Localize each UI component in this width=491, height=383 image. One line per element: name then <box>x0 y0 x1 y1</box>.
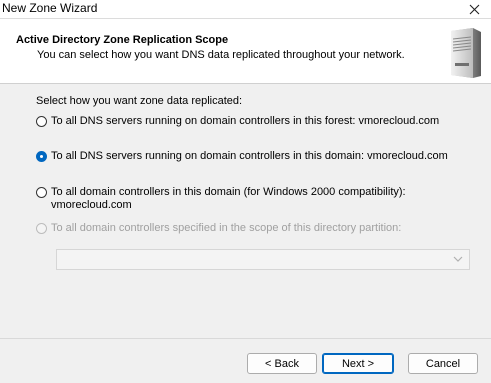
forest-radio[interactable] <box>36 116 47 127</box>
next-button[interactable]: Next > <box>322 353 394 374</box>
window-title: New Zone Wizard <box>2 1 98 15</box>
forest-option-label: To all DNS servers running on domain con… <box>51 115 440 127</box>
domain-controllers-option-line2: vmorecloud.com <box>51 199 132 211</box>
partition-option-label: To all domain controllers specified in t… <box>51 222 402 234</box>
wizard-window: New Zone Wizard Active Directory Zone Re… <box>0 0 491 383</box>
partition-select <box>56 249 470 270</box>
domain-controllers-radio[interactable] <box>36 187 47 198</box>
domain-controllers-option-label: To all domain controllers in this domain… <box>51 186 406 212</box>
option-forest[interactable]: To all DNS servers running on domain con… <box>36 115 439 128</box>
page-title: Active Directory Zone Replication Scope <box>16 34 229 46</box>
back-button-label: < Back <box>265 357 299 370</box>
option-domain-dns[interactable]: To all DNS servers running on domain con… <box>36 150 448 163</box>
domain-controllers-option-line1: To all domain controllers in this domain… <box>51 186 406 198</box>
option-partition: To all domain controllers specified in t… <box>36 222 401 235</box>
next-button-label: Next > <box>341 357 375 370</box>
option-domain-controllers[interactable]: To all domain controllers in this domain… <box>36 186 406 212</box>
page-subtitle: You can select how you want DNS data rep… <box>37 49 405 61</box>
wizard-header: Active Directory Zone Replication Scope … <box>0 19 491 84</box>
close-icon <box>469 4 479 14</box>
server-icon <box>451 28 481 78</box>
cancel-button-label: Cancel <box>425 357 461 370</box>
footer-divider <box>0 338 491 339</box>
back-button[interactable]: < Back <box>247 353 317 374</box>
title-bar[interactable]: New Zone Wizard <box>0 0 491 19</box>
domain-dns-radio[interactable] <box>36 151 47 162</box>
domain-dns-option-label: To all DNS servers running on domain con… <box>51 150 448 162</box>
close-button[interactable] <box>457 0 491 18</box>
replication-prompt: Select how you want zone data replicated… <box>36 95 243 107</box>
cancel-button[interactable]: Cancel <box>408 353 478 374</box>
chevron-down-icon <box>453 256 463 262</box>
partition-radio <box>36 223 47 234</box>
